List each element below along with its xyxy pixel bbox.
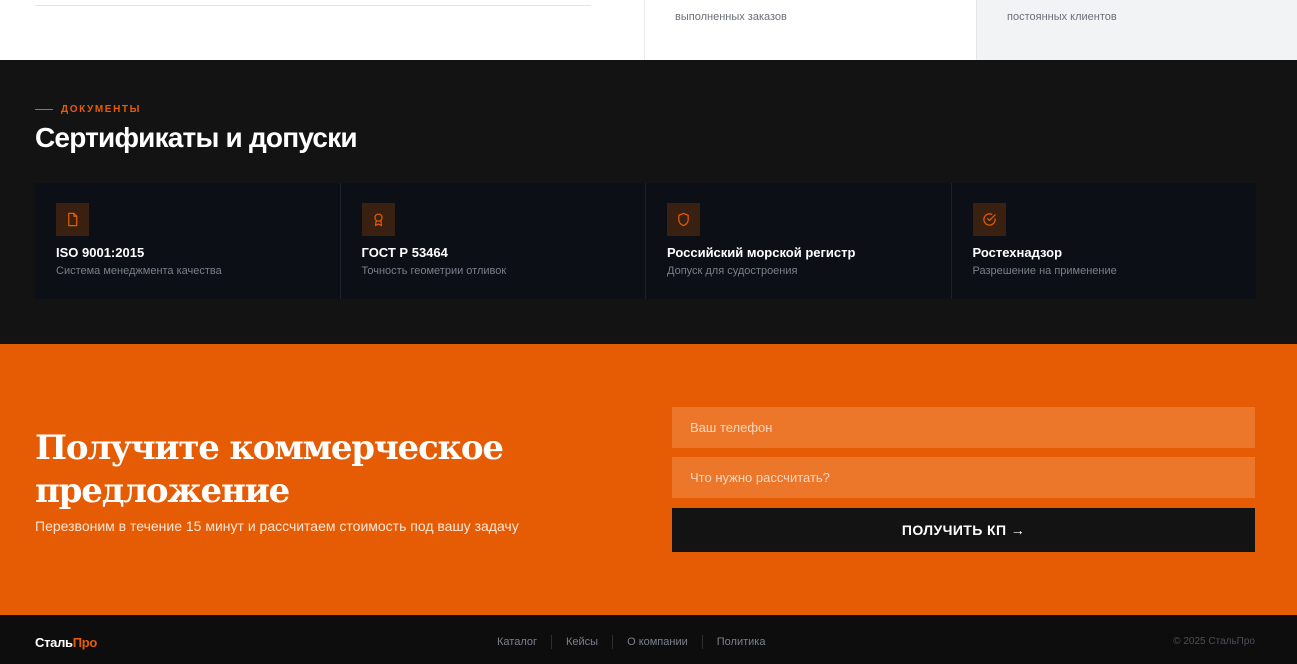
- stats-section: выполненных заказов постоянных клиентов: [0, 0, 1297, 60]
- certificate-card-gost: ГОСТ Р 53464 Точность геометрии отливок: [340, 183, 645, 299]
- certificate-cards: ISO 9001:2015 Система менеджмента качест…: [35, 183, 1256, 299]
- stat-label: выполненных заказов: [675, 11, 787, 23]
- stat-label: постоянных клиентов: [1007, 11, 1117, 23]
- logo-part-pro: Про: [72, 635, 98, 650]
- divider: [35, 5, 591, 6]
- cta-section: Получите коммерческое предложение Перезв…: [0, 344, 1297, 615]
- footer: СтальПро Каталог Кейсы О компании Полити…: [0, 615, 1297, 664]
- certificate-name: ISO 9001:2015: [56, 245, 145, 260]
- section-title: Сертификаты и допуски: [35, 122, 358, 153]
- footer-link-cases[interactable]: Кейсы: [551, 635, 612, 649]
- get-offer-button[interactable]: ПОЛУЧИТЬ КП →: [672, 508, 1255, 552]
- cta-title: Получите коммерческое предложение: [35, 428, 504, 511]
- task-input[interactable]: [672, 457, 1255, 498]
- certificate-card-register: Российский морской регистр Допуск для су…: [646, 183, 951, 299]
- eyebrow-label: ДОКУМЕНТЫ: [61, 104, 141, 115]
- award-icon: [361, 203, 395, 236]
- check-circle-icon: [972, 203, 1006, 236]
- phone-input[interactable]: [672, 407, 1255, 448]
- stat-clients: постоянных клиентов: [976, 0, 1297, 60]
- certificate-description: Разрешение на применение: [972, 265, 1117, 277]
- certificate-name: ГОСТ Р 53464: [361, 245, 448, 260]
- document-icon: [56, 203, 89, 236]
- footer-link-policy[interactable]: Политика: [701, 635, 780, 649]
- certificate-description: Система менеджмента качества: [56, 265, 222, 277]
- logo-part-steel: Сталь: [35, 635, 73, 650]
- cta-subtitle: Перезвоним в течение 15 минут и рассчита…: [35, 518, 519, 534]
- copyright: © 2025 СтальПро: [1173, 636, 1255, 647]
- eyebrow-line: [35, 109, 53, 110]
- footer-link-about[interactable]: О компании: [612, 635, 702, 649]
- certificate-description: Точность геометрии отливок: [361, 265, 507, 277]
- certificate-description: Допуск для судостроения: [667, 265, 798, 277]
- certificate-card-iso: ISO 9001:2015 Система менеджмента качест…: [35, 183, 340, 299]
- footer-logo[interactable]: СтальПро: [35, 635, 97, 650]
- section-eyebrow: ДОКУМЕНТЫ: [35, 104, 141, 115]
- certificate-card-rostekhnadzor: Ростехнадзор Разрешение на применение: [951, 183, 1256, 299]
- stat-orders: выполненных заказов: [644, 0, 977, 60]
- certificate-name: Ростехнадзор: [972, 245, 1063, 260]
- footer-nav: Каталог Кейсы О компании Политика: [483, 635, 779, 649]
- footer-link-catalog[interactable]: Каталог: [483, 635, 551, 649]
- shield-icon: [667, 203, 700, 236]
- certificates-section: ДОКУМЕНТЫ Сертификаты и допуски ISO 9001…: [0, 60, 1297, 344]
- certificate-name: Российский морской регистр: [667, 245, 856, 260]
